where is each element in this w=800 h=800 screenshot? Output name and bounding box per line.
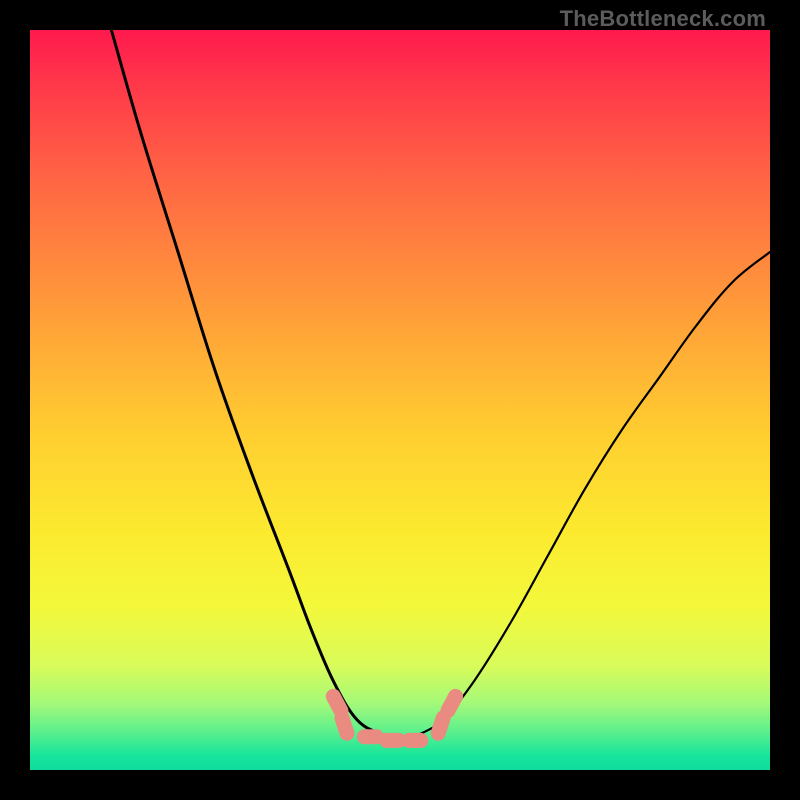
bottleneck-marker — [439, 687, 465, 720]
bottleneck-marker — [402, 733, 428, 747]
bottleneck-curve-right — [400, 252, 770, 740]
watermark-text: TheBottleneck.com — [560, 6, 766, 32]
bottleneck-curve-left — [111, 30, 400, 740]
marker-group — [324, 687, 465, 748]
chart-frame: TheBottleneck.com — [0, 0, 800, 800]
plot-area — [30, 30, 770, 770]
curves-svg — [30, 30, 770, 770]
